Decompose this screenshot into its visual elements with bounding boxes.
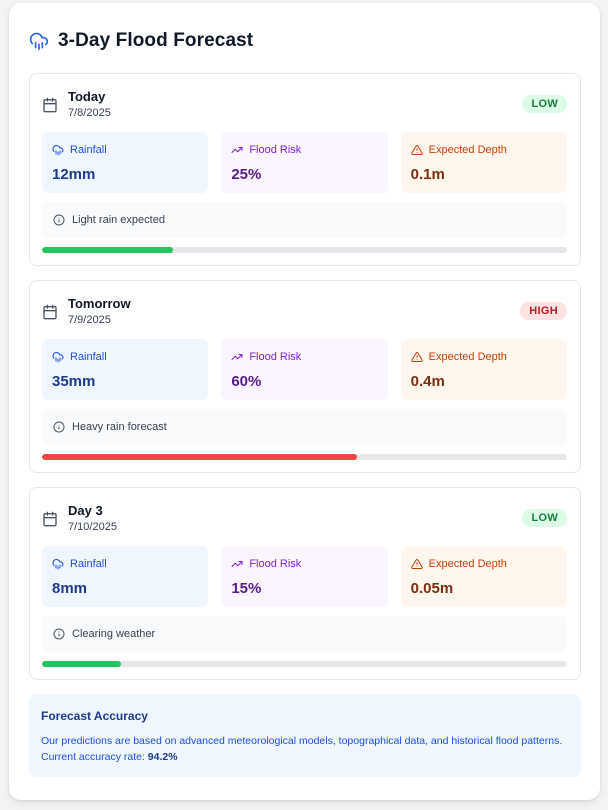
forecast-note: Heavy rain forecast — [42, 409, 567, 445]
forecast-note-text: Clearing weather — [72, 628, 156, 640]
forecast-accuracy-box: Forecast Accuracy Our predictions are ba… — [29, 694, 581, 777]
expected-depth-value: 0.4m — [410, 373, 445, 390]
flood-risk-value: 60% — [231, 373, 262, 390]
info-icon — [53, 628, 65, 640]
warning-triangle-icon — [410, 558, 423, 569]
accuracy-description: Our predictions are based on advanced me… — [41, 735, 563, 763]
risk-progress-fill — [42, 661, 121, 667]
day-header: Day 3 7/10/2025 LOW — [42, 503, 567, 536]
trending-up-icon — [231, 147, 243, 153]
flood-forecast-panel: 3-Day Flood Forecast Today 7/8/2025 LOW — [9, 3, 600, 800]
expected-depth-value: 0.1m — [410, 166, 445, 183]
trending-up-icon — [231, 354, 243, 360]
day-date: 7/8/2025 — [68, 107, 111, 119]
expected-depth-card: Expected Depth 0.4m — [400, 339, 567, 400]
flood-risk-label: Flood Risk — [249, 144, 302, 156]
accuracy-title: Forecast Accuracy — [41, 709, 148, 723]
calendar-icon — [43, 97, 57, 113]
day-name: Day 3 — [68, 503, 103, 518]
cloud-rain-icon — [29, 32, 49, 51]
day-date: 7/10/2025 — [68, 521, 117, 533]
flood-risk-label: Flood Risk — [249, 351, 302, 363]
day-forecast-card: Today 7/8/2025 LOW Rainfall 12mm Flood R… — [29, 73, 581, 266]
forecast-header: 3-Day Flood Forecast — [29, 29, 581, 53]
forecast-note-text: Heavy rain forecast — [72, 421, 167, 433]
flood-risk-value: 25% — [231, 166, 262, 183]
risk-badge: LOW — [522, 509, 567, 527]
expected-depth-label: Expected Depth — [428, 558, 507, 570]
forecast-note: Clearing weather — [42, 616, 567, 652]
rainfall-value: 35mm — [52, 373, 96, 390]
risk-badge: LOW — [522, 95, 567, 113]
metrics-row: Rainfall 8mm Flood Risk 15% Expected Dep… — [42, 546, 567, 607]
risk-progress-fill — [42, 247, 174, 253]
accuracy-text: Our predictions are based on advanced me… — [41, 733, 569, 765]
calendar-icon — [43, 511, 57, 527]
rainfall-card: Rainfall 8mm — [42, 546, 209, 607]
day-date: 7/9/2025 — [68, 314, 111, 326]
risk-progress-track — [42, 661, 567, 667]
cloud-rain-icon — [52, 559, 64, 570]
day-header: Today 7/8/2025 LOW — [42, 89, 567, 122]
flood-risk-card: Flood Risk 25% — [221, 132, 388, 193]
risk-badge: HIGH — [520, 302, 567, 320]
page-title: 3-Day Flood Forecast — [58, 30, 254, 51]
day-header: Tomorrow 7/9/2025 HIGH — [42, 296, 567, 329]
forecast-note: Light rain expected — [42, 202, 567, 238]
flood-risk-value: 15% — [231, 580, 262, 597]
day-forecast-card: Day 3 7/10/2025 LOW Rainfall 8mm Flood R… — [29, 487, 581, 680]
expected-depth-value: 0.05m — [410, 580, 454, 597]
risk-progress-track — [42, 247, 567, 253]
flood-risk-card: Flood Risk 15% — [221, 546, 388, 607]
metrics-row: Rainfall 12mm Flood Risk 25% Expected De… — [42, 132, 567, 193]
info-icon — [53, 214, 65, 226]
rainfall-value: 12mm — [52, 166, 96, 183]
rainfall-label: Rainfall — [70, 351, 107, 363]
risk-progress-track — [42, 454, 567, 460]
day-forecast-card: Tomorrow 7/9/2025 HIGH Rainfall 35mm Flo… — [29, 280, 581, 473]
warning-triangle-icon — [410, 144, 423, 155]
day-name: Today — [68, 89, 106, 104]
forecast-note-text: Light rain expected — [72, 214, 165, 226]
flood-risk-card: Flood Risk 60% — [221, 339, 388, 400]
day-name: Tomorrow — [68, 296, 131, 311]
rainfall-label: Rainfall — [70, 144, 107, 156]
expected-depth-card: Expected Depth 0.1m — [400, 132, 567, 193]
expected-depth-label: Expected Depth — [428, 351, 507, 363]
rainfall-card: Rainfall 35mm — [42, 339, 209, 400]
rainfall-card: Rainfall 12mm — [42, 132, 209, 193]
expected-depth-label: Expected Depth — [428, 144, 507, 156]
accuracy-rate: 94.2% — [147, 751, 178, 763]
info-icon — [53, 421, 65, 433]
risk-progress-fill — [42, 454, 357, 460]
flood-risk-label: Flood Risk — [249, 558, 302, 570]
calendar-icon — [43, 304, 57, 320]
expected-depth-card: Expected Depth 0.05m — [400, 546, 567, 607]
cloud-rain-icon — [52, 352, 64, 363]
warning-triangle-icon — [410, 351, 423, 362]
rainfall-label: Rainfall — [70, 558, 107, 570]
metrics-row: Rainfall 35mm Flood Risk 60% Expected De… — [42, 339, 567, 400]
trending-up-icon — [231, 561, 243, 567]
cloud-rain-icon — [52, 145, 64, 156]
rainfall-value: 8mm — [52, 580, 88, 597]
